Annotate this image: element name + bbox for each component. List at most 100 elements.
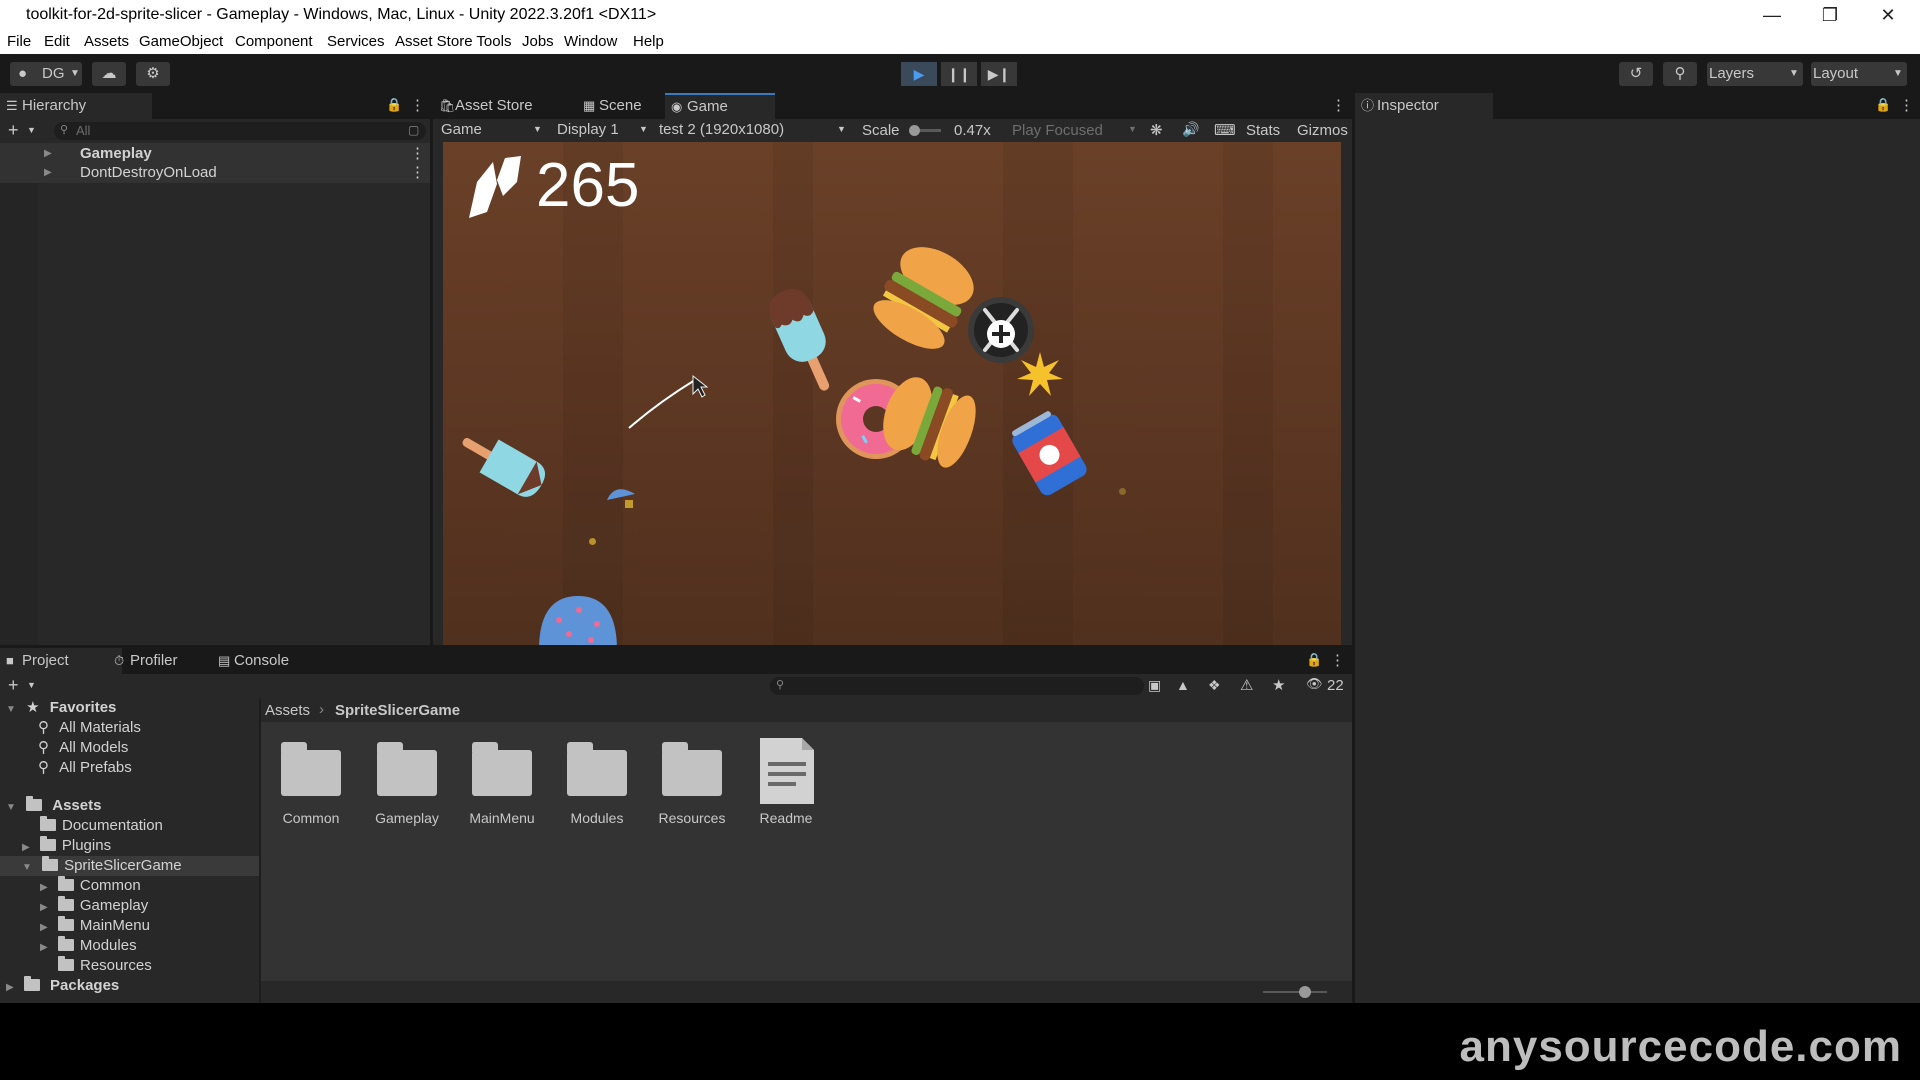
breadcrumb-assets[interactable]: Assets [265,702,310,719]
asset-file-readme[interactable]: Readme [738,738,834,838]
tab-asset-store[interactable]: 🛍 Asset Store [433,93,567,119]
layout-dropdown[interactable]: Layout ▼ [1811,62,1907,86]
expand-arrow-icon[interactable]: ▶ [6,982,14,993]
display-dropdown[interactable]: Display 1 ▼ [551,119,651,141]
menu-services[interactable]: Services [327,33,385,50]
expand-arrow-icon[interactable]: ▶ [40,882,48,893]
panel-splitter[interactable] [430,93,433,645]
label-filter-icon[interactable]: ❖ [1208,677,1221,694]
bug-icon[interactable]: ❋ [1150,121,1163,139]
project-search-input[interactable]: ⚲ [770,677,1144,695]
resolution-dropdown[interactable]: test 2 (1920x1080) ▼ [655,119,851,141]
menu-window[interactable]: Window [564,33,617,50]
tab-hierarchy[interactable]: ☰ Hierarchy [0,93,152,119]
tab-profiler[interactable]: ⏱ Profiler [108,648,226,674]
chevron-down-icon[interactable]: ▼ [27,125,36,135]
stats-button[interactable]: Stats [1246,122,1280,139]
breadcrumb-spriteslicergame[interactable]: SpriteSlicerGame [335,702,460,719]
tree-favorites[interactable]: ▼ ★ Favorites [0,698,116,718]
expand-arrow-icon[interactable]: ▼ [6,704,16,715]
menu-help[interactable]: Help [633,33,664,50]
add-icon[interactable]: + [8,675,19,696]
menu-assets[interactable]: Assets [84,33,129,50]
expand-arrow-icon[interactable]: ▶ [22,842,30,853]
hierarchy-row-gameplay[interactable]: ▶ Gameplay ⋮ [0,144,430,164]
warning-filter-icon[interactable]: ⚠ [1240,676,1253,694]
lock-icon[interactable]: 🔒 [386,97,402,113]
type-filter-icon[interactable]: ▲ [1176,677,1190,693]
speaker-icon[interactable]: 🔊 [1182,121,1199,138]
asset-folder-mainmenu[interactable]: MainMenu [454,738,550,838]
tree-folder-resources[interactable]: Resources [58,956,152,976]
favorite-star-icon[interactable]: ★ [1272,676,1285,694]
account-dropdown[interactable]: ● DG ▼ [10,62,82,86]
tree-favorite-item[interactable]: ⚲ All Materials [38,718,141,738]
tab-inspector[interactable]: ⓘ Inspector [1355,93,1493,119]
play-mode-dropdown[interactable]: Play Focused ▼ [1008,119,1142,141]
tree-favorite-item[interactable]: ⚲ All Models [38,738,128,758]
hierarchy-search-input[interactable]: ⚲ All ▢ [54,122,426,140]
more-options-icon[interactable]: ⋮ [410,96,425,114]
icon-size-slider-handle[interactable] [1299,986,1311,998]
add-icon[interactable]: + [8,120,19,141]
menu-gameobject[interactable]: GameObject [139,33,223,50]
asset-folder-modules[interactable]: Modules [549,738,645,838]
tree-folder-gameplay[interactable]: ▶ Gameplay [40,896,148,916]
more-options-icon[interactable]: ⋮ [1331,96,1346,114]
hidden-eye-icon[interactable]: 👁 [1306,676,1323,692]
lock-icon[interactable]: 🔒 [1875,97,1891,113]
expand-arrow-icon[interactable]: ▶ [44,144,52,164]
cloud-button[interactable]: ☁ [92,62,126,86]
history-button[interactable]: ↺ [1619,62,1653,86]
expand-arrow-icon[interactable]: ▼ [22,862,32,873]
game-view[interactable]: 265 [443,142,1341,646]
panel-splitter[interactable] [1352,93,1355,1003]
more-options-icon[interactable]: ⋮ [410,163,425,183]
expand-arrow-icon[interactable]: ▶ [40,902,48,913]
tree-folder-modules[interactable]: ▶ Modules [40,936,137,956]
icon-size-slider-track[interactable] [1263,986,1327,998]
asset-folder-gameplay[interactable]: Gameplay [359,738,455,838]
layers-dropdown[interactable]: Layers ▼ [1707,62,1803,86]
tree-assets[interactable]: ▼ Assets [0,796,101,816]
search-filter-icon[interactable]: ▣ [1148,677,1161,694]
scale-slider-handle[interactable] [909,125,920,136]
menu-edit[interactable]: Edit [44,33,70,50]
play-button[interactable]: ▶ [901,62,937,86]
menu-asset-store-tools[interactable]: Asset Store Tools [395,33,511,50]
pause-button[interactable]: ❙❙ [941,62,977,86]
expand-arrow-icon[interactable]: ▼ [6,802,16,813]
tab-project[interactable]: ■ Project [0,648,122,674]
scale-slider-track[interactable] [909,125,941,136]
tree-favorite-item[interactable]: ⚲ All Prefabs [38,758,132,778]
asset-folder-common[interactable]: Common [263,738,359,838]
menu-file[interactable]: File [7,33,31,50]
expand-arrow-icon[interactable]: ▶ [44,163,52,183]
asset-folder-resources[interactable]: Resources [644,738,740,838]
search-button[interactable]: ⚲ [1663,62,1697,86]
tab-console[interactable]: ▤ Console [212,648,330,674]
view-dropdown[interactable]: Game ▼ [437,119,547,141]
more-options-icon[interactable]: ⋮ [1330,651,1345,669]
lock-icon[interactable]: 🔒 [1306,652,1322,668]
hierarchy-row-dontdestroyonload[interactable]: ▶ DontDestroyOnLoad ⋮ [0,163,430,183]
tree-folder-documentation[interactable]: Documentation [40,816,163,836]
menu-component[interactable]: Component [235,33,313,50]
panel-splitter[interactable] [0,645,1352,648]
tree-packages[interactable]: ▶ Packages [0,976,119,996]
keyboard-icon[interactable]: ⌨ [1214,121,1236,139]
minimize-button[interactable]: — [1752,2,1792,28]
tree-folder-mainmenu[interactable]: ▶ MainMenu [40,916,150,936]
menu-jobs[interactable]: Jobs [522,33,554,50]
chevron-down-icon[interactable]: ▼ [27,680,36,690]
tree-folder-spriteslicergame[interactable]: ▼ SpriteSlicerGame [0,856,259,876]
restore-button[interactable]: ❐ [1810,2,1850,28]
close-button[interactable]: ✕ [1868,2,1908,28]
expand-arrow-icon[interactable]: ▶ [40,922,48,933]
tab-game[interactable]: ◉ Game [665,93,775,119]
collab-button[interactable]: ⚙ [136,62,170,86]
tree-folder-common[interactable]: ▶ Common [40,876,141,896]
expand-arrow-icon[interactable]: ▶ [40,942,48,953]
step-button[interactable]: ▶❙ [981,62,1017,86]
scene-search-icon[interactable]: ▢ [408,123,419,137]
